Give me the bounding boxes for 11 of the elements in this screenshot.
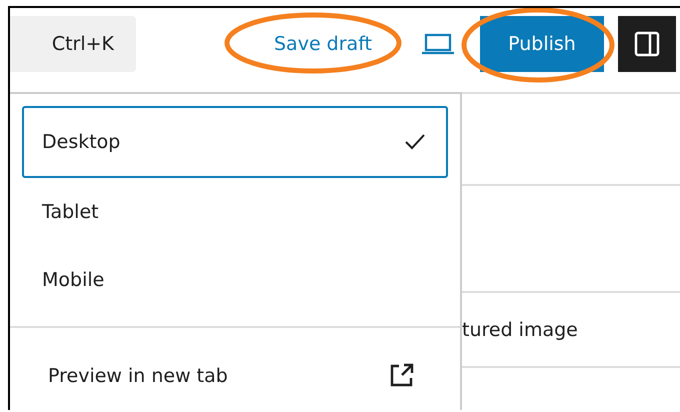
panel-row-text: tured image	[462, 318, 578, 340]
publish-button[interactable]: Publish	[480, 16, 604, 72]
laptop-icon[interactable]	[420, 32, 456, 56]
preview-option[interactable]: Mobile	[22, 246, 448, 314]
sidebar-toggle-button[interactable]	[618, 16, 676, 72]
preview-link[interactable]: Preview in new tab	[10, 328, 460, 410]
sidebar-panel-icon	[632, 29, 662, 59]
preview-option[interactable]: Desktop	[22, 106, 448, 178]
checkmark-icon	[404, 133, 426, 151]
preview-option[interactable]: Tablet	[22, 178, 448, 246]
command-palette-button[interactable]: Ctrl+K	[10, 16, 136, 72]
